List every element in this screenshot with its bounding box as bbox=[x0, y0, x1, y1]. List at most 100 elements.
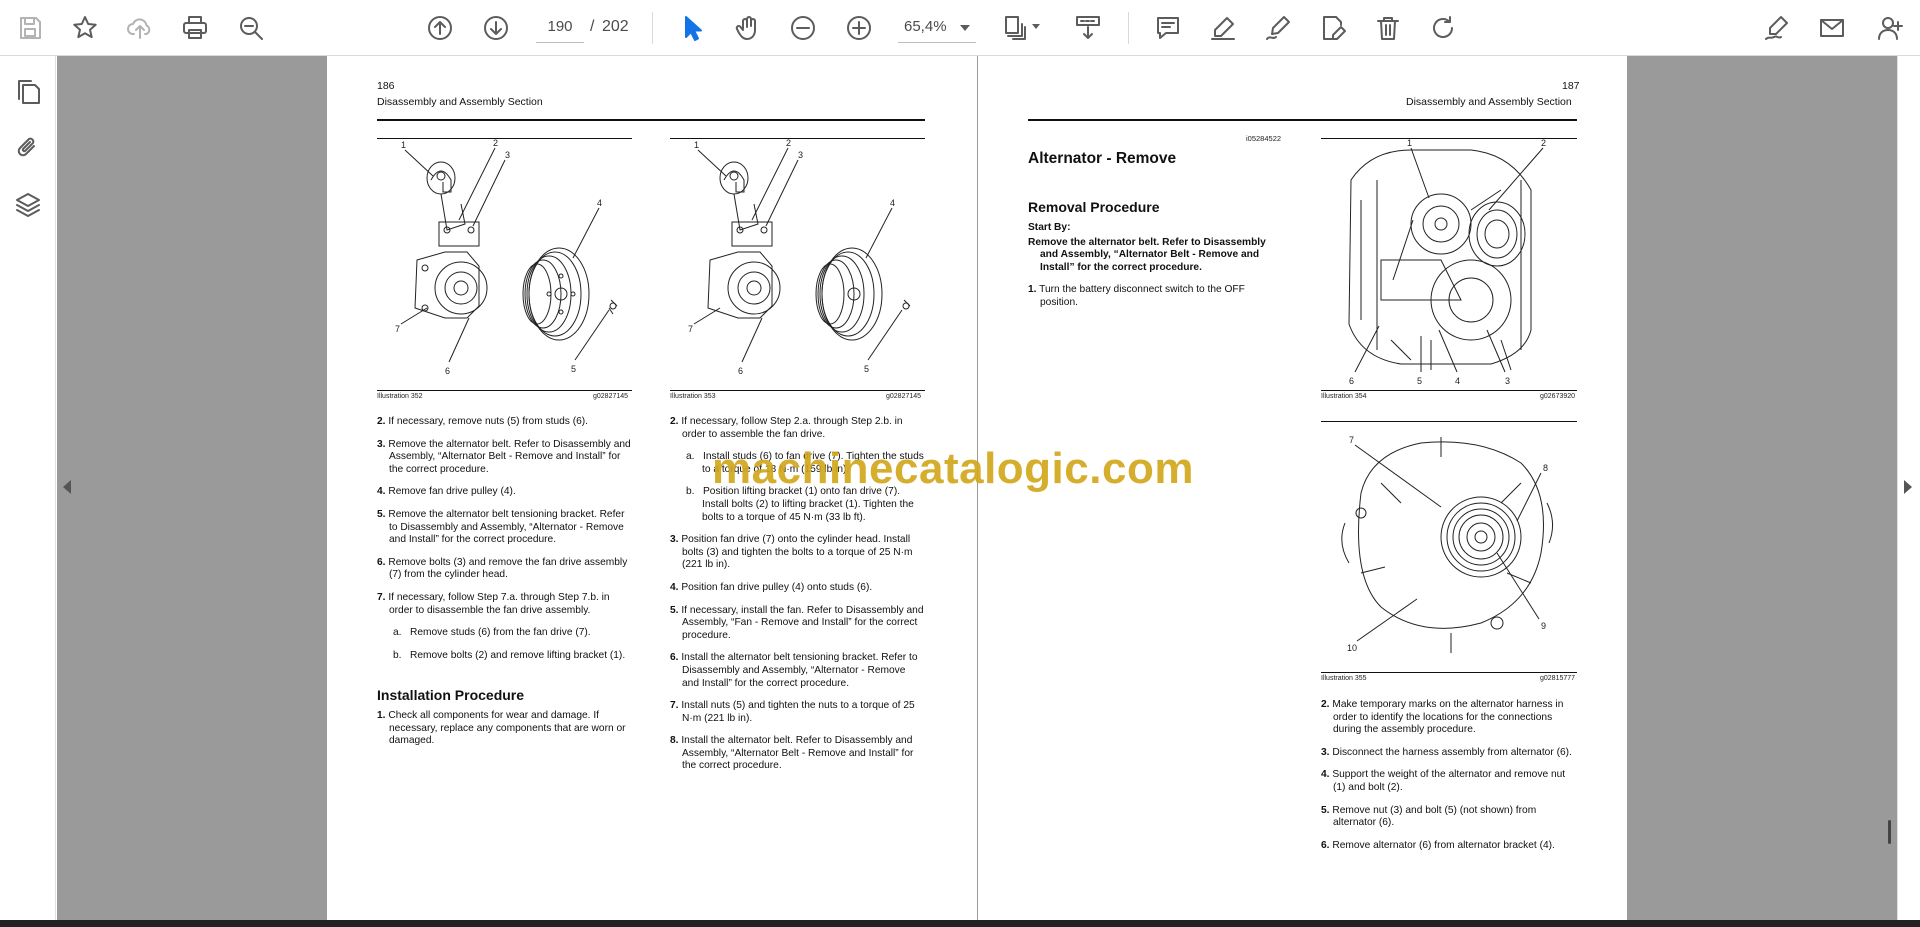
figure-caption: Illustration 353 bbox=[670, 393, 716, 400]
callout-label: 1 bbox=[694, 140, 699, 150]
top-toolbar: / 202 65,4% bbox=[0, 0, 1920, 56]
callout-label: 2 bbox=[786, 138, 791, 148]
step-item: 4. Support the weight of the alternator … bbox=[1321, 769, 1566, 793]
callout-label: 2 bbox=[493, 138, 498, 148]
toolbar-divider bbox=[652, 12, 653, 44]
zoom-in-icon[interactable] bbox=[841, 10, 877, 46]
pdf-page-187: 187 Disassembly and Assembly Section i05… bbox=[978, 56, 1627, 922]
edit-document-icon[interactable] bbox=[1315, 10, 1351, 46]
callout-label: 1 bbox=[1407, 138, 1412, 148]
expand-right-panel-icon[interactable] bbox=[1904, 480, 1912, 494]
page-fit-icon[interactable] bbox=[998, 10, 1040, 46]
installation-steps-column-2: 2. If necessary, follow Step 2.a. throug… bbox=[670, 416, 925, 783]
figure-caption: Illustration 354 bbox=[1321, 393, 1367, 400]
pdf-viewer-app: / 202 65,4% bbox=[0, 0, 1920, 927]
step-item: 1. Check all components for wear and dam… bbox=[377, 710, 626, 747]
draw-pen-icon[interactable] bbox=[1260, 10, 1296, 46]
page-number-input[interactable] bbox=[536, 11, 584, 43]
callout-label: 7 bbox=[395, 324, 400, 334]
removal-steps-column: 2. If necessary, remove nuts (5) from st… bbox=[377, 416, 632, 672]
figure-caption: Illustration 355 bbox=[1321, 675, 1367, 682]
document-id: i05284522 bbox=[1246, 134, 1282, 143]
callout-label: 7 bbox=[688, 324, 693, 334]
removal-procedure-heading: Removal Procedure bbox=[1028, 199, 1160, 215]
page-number: 187 bbox=[1562, 80, 1580, 92]
callout-label: 3 bbox=[505, 150, 510, 160]
callout-label: 5 bbox=[864, 364, 869, 374]
step-item: 5. Remove the alternator belt tensioning… bbox=[377, 508, 625, 546]
installation-steps-column: 1. Check all components for wear and dam… bbox=[377, 710, 632, 758]
hand-tool-icon[interactable] bbox=[730, 10, 766, 46]
callout-label: 6 bbox=[738, 366, 743, 376]
redo-rotate-icon[interactable] bbox=[1425, 10, 1461, 46]
figure-caption: Illustration 352 bbox=[377, 393, 423, 400]
chevron-down-icon bbox=[960, 25, 970, 31]
substep-item: b. Remove bolts (2) and remove lifting b… bbox=[393, 649, 626, 661]
zoom-level-select[interactable]: 65,4% bbox=[898, 11, 976, 43]
page-number: 186 bbox=[377, 80, 395, 92]
print-icon[interactable] bbox=[177, 10, 213, 46]
page-header: Disassembly and Assembly Section bbox=[1406, 96, 1572, 108]
step-item: 3. Remove the alternator belt. Refer to … bbox=[377, 438, 631, 475]
previous-page-icon[interactable] bbox=[422, 10, 458, 46]
scroll-mode-icon[interactable] bbox=[1070, 10, 1106, 46]
step-item: 3. Position fan drive (7) onto the cylin… bbox=[670, 534, 913, 571]
figure-top-rule bbox=[1321, 138, 1577, 139]
zoom-out-icon[interactable] bbox=[785, 10, 821, 46]
start-by-text: Remove the alternator belt. Refer to Dis… bbox=[1028, 236, 1266, 273]
attachment-paperclip-icon[interactable] bbox=[10, 130, 46, 166]
callout-label: 9 bbox=[1541, 621, 1546, 631]
callout-label: 4 bbox=[890, 198, 895, 208]
zoom-level-value: 65,4% bbox=[904, 18, 947, 35]
callout-label: 8 bbox=[1543, 463, 1548, 473]
vertical-scrollbar-thumb[interactable] bbox=[1888, 820, 1891, 844]
cloud-upload-icon[interactable] bbox=[122, 10, 158, 46]
figure-top-rule bbox=[1321, 421, 1577, 422]
bookmark-star-icon[interactable] bbox=[67, 10, 103, 46]
layers-icon[interactable] bbox=[10, 186, 46, 222]
sign-pen-icon[interactable] bbox=[1759, 10, 1795, 46]
callout-label: 6 bbox=[445, 366, 450, 376]
substep-item: a. Remove studs (6) from the fan drive (… bbox=[393, 627, 591, 639]
delete-trash-icon[interactable] bbox=[1370, 10, 1406, 46]
step-item: 4. Position fan drive pulley (4) onto st… bbox=[670, 581, 873, 593]
pages-thumbnail-icon[interactable] bbox=[10, 74, 46, 110]
step-item: 8. Install the alternator belt. Refer to… bbox=[670, 735, 914, 772]
figure-top-rule bbox=[670, 138, 925, 139]
chevron-down-icon bbox=[1032, 24, 1040, 29]
callout-label: 3 bbox=[1505, 376, 1510, 386]
removal-intro-column: Start By: Remove the alternator belt. Re… bbox=[1028, 222, 1283, 320]
callout-label: 5 bbox=[571, 364, 576, 374]
figure-top-rule bbox=[377, 138, 632, 139]
comment-icon[interactable] bbox=[1150, 10, 1186, 46]
callout-label: 5 bbox=[1417, 376, 1422, 386]
step-item: 3. Disconnect the harness assembly from … bbox=[1321, 746, 1572, 758]
zoom-search-icon[interactable] bbox=[233, 10, 269, 46]
substep-item: a. Install studs (6) to fan drive (7). T… bbox=[686, 451, 924, 475]
email-envelope-icon[interactable] bbox=[1814, 10, 1850, 46]
figure-id: g02827145 bbox=[886, 393, 922, 400]
bottom-bar bbox=[0, 920, 1920, 927]
step-item: 7. Install nuts (5) and tighten the nuts… bbox=[670, 700, 915, 724]
callout-label: 10 bbox=[1347, 643, 1357, 653]
callout-label: 7 bbox=[1349, 435, 1354, 445]
step-item: 2. If necessary, follow Step 2.a. throug… bbox=[670, 416, 903, 440]
add-user-icon[interactable] bbox=[1872, 10, 1908, 46]
callout-label: 4 bbox=[597, 198, 602, 208]
callout-label: 1 bbox=[401, 140, 406, 150]
figure-bottom-rule bbox=[670, 390, 925, 391]
figure-bottom-rule bbox=[1321, 390, 1577, 391]
figure-id: g02815777 bbox=[1540, 675, 1576, 682]
save-icon[interactable] bbox=[12, 10, 48, 46]
step-item: 6. Install the alternator belt tensionin… bbox=[670, 652, 918, 689]
select-cursor-icon[interactable] bbox=[674, 10, 710, 46]
step-item: 1. Turn the battery disconnect switch to… bbox=[1028, 284, 1245, 308]
figure-bottom-rule bbox=[1321, 672, 1577, 673]
next-page-icon[interactable] bbox=[478, 10, 514, 46]
step-item: 6. Remove bolts (3) and remove the fan d… bbox=[377, 556, 628, 581]
substep-item: b. Position lifting bracket (1) onto fan… bbox=[686, 486, 914, 523]
highlight-pen-icon[interactable] bbox=[1205, 10, 1241, 46]
step-item: 2. If necessary, remove nuts (5) from st… bbox=[377, 416, 589, 427]
collapse-left-panel-icon[interactable] bbox=[63, 480, 71, 494]
section-title: Alternator - Remove bbox=[1028, 150, 1177, 167]
